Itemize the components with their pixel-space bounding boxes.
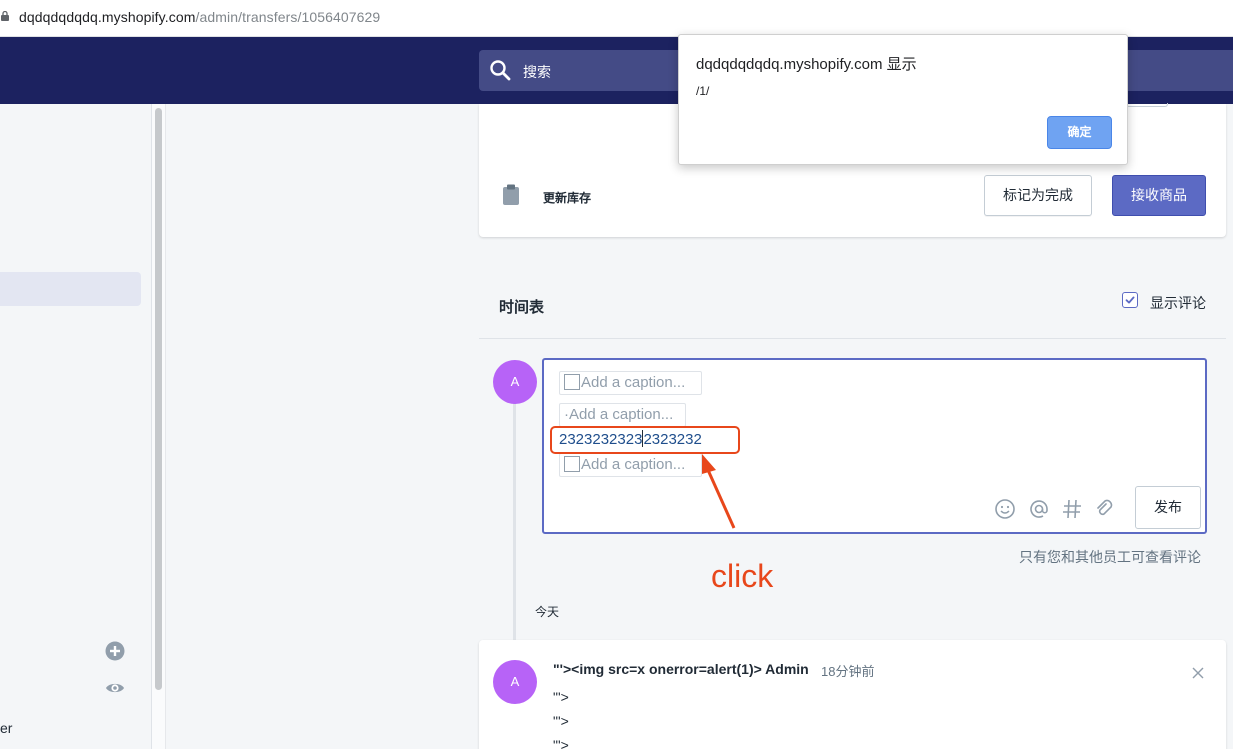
timeline-line (513, 400, 516, 640)
eye-icon[interactable] (105, 680, 125, 696)
sidebar-partial-label[interactable]: er (0, 720, 12, 736)
checkmark-icon (1125, 296, 1135, 304)
dialog-message: /1/ (696, 84, 710, 98)
update-inventory-label: 更新库存 (543, 191, 592, 205)
divider (479, 338, 1226, 339)
show-comments-checkbox[interactable] (1122, 292, 1138, 308)
sidebar-scrollbar[interactable] (152, 104, 166, 749)
avatar: A (493, 660, 537, 704)
search-icon (490, 60, 511, 81)
caption-text: Add a caption... (581, 456, 686, 473)
attachment-icon[interactable] (1094, 498, 1116, 520)
show-comments-label: 显示评论 (1150, 295, 1206, 311)
caption-field[interactable]: Add a caption... (559, 453, 702, 477)
visibility-note: 只有您和其他员工可查看评论 (1019, 549, 1201, 565)
add-circle-icon[interactable] (105, 641, 125, 661)
alert-dialog: dqdqdqdqdq.myshopify.com 显示 /1/ 确定 (678, 34, 1128, 165)
emoji-icon[interactable] (994, 498, 1016, 520)
comment-line: "'> (553, 737, 569, 749)
hashtag-icon[interactable] (1061, 498, 1083, 520)
sidebar: er (0, 104, 152, 749)
clipboard-icon (503, 184, 519, 205)
mark-complete-button[interactable]: 标记为完成 (984, 175, 1092, 216)
lock-icon (1, 11, 9, 21)
sidebar-active-item[interactable] (0, 272, 141, 306)
search-placeholder: 搜索 (523, 64, 551, 80)
hidden-button-edge (1126, 103, 1168, 107)
avatar: A (493, 360, 537, 404)
timeline-title: 时间表 (499, 299, 545, 316)
scrollbar-thumb[interactable] (155, 108, 162, 690)
comment-line: "'> (553, 713, 569, 729)
url-text[interactable]: dqdqdqdqdq.myshopify.com/admin/transfers… (19, 9, 380, 25)
caption-field[interactable]: ·Add a caption... (559, 403, 686, 427)
browser-url-bar[interactable]: dqdqdqdqdq.myshopify.com/admin/transfers… (0, 0, 1233, 37)
caption-text: ·Add a caption... (564, 406, 674, 423)
comment-author: "'><img src=x onerror=alert(1)> Admin (553, 661, 809, 677)
receive-goods-button[interactable]: 接收商品 (1112, 175, 1206, 216)
annotation-arrow-icon (702, 454, 736, 529)
comment-time: 18分钟前 (821, 664, 875, 679)
comment-card: A "'><img src=x onerror=alert(1)> Admin … (479, 640, 1226, 749)
annotation-click-text: click (711, 558, 774, 594)
image-placeholder-icon (564, 374, 580, 390)
date-group-label: 今天 (535, 605, 560, 619)
caption-field[interactable]: Add a caption... (559, 371, 702, 395)
image-placeholder-icon (564, 456, 580, 472)
url-path: /admin/transfers/1056407629 (195, 9, 381, 25)
ok-button[interactable]: 确定 (1047, 116, 1112, 149)
mention-icon[interactable] (1028, 498, 1050, 520)
annotation-highlight-box (550, 426, 740, 454)
url-host: dqdqdqdqdq.myshopify.com (19, 9, 196, 25)
caption-text: Add a caption... (581, 374, 686, 391)
dialog-title: dqdqdqdqdq.myshopify.com 显示 (696, 56, 917, 73)
post-button[interactable]: 发布 (1135, 486, 1201, 529)
comment-line: "'> (553, 689, 569, 705)
close-icon[interactable] (1192, 667, 1204, 679)
